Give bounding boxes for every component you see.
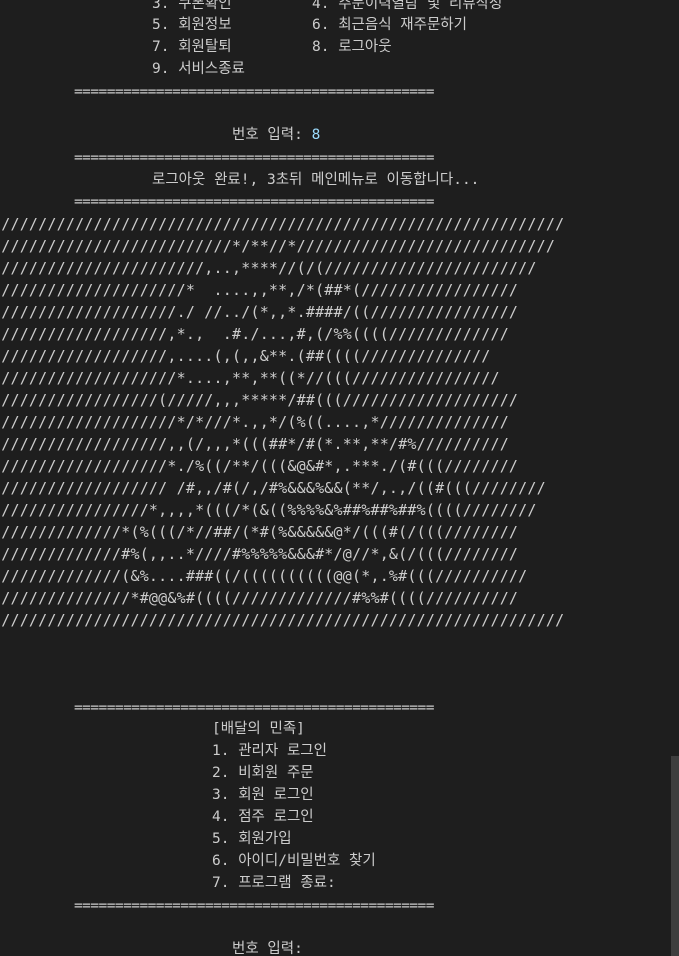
menu-item-member-info: 5. 회원정보 [152,17,232,33]
prompt-value: 8 [311,127,321,143]
prompt-label: 번호 입력: [232,127,312,143]
ascii-art-row: ///////////////////,*., .#./...,#,(/%%((… [0,325,509,343]
ascii-art-row: //////////////////(/////,,,*****/##(((//… [0,391,519,409]
scrollbar-thumb[interactable] [671,756,679,956]
main-menu-item-owner-login: 4. 점주 로그인 [212,809,314,825]
number-prompt: 번호 입력: 8 [232,124,320,146]
ascii-art-row: ////////////////////./ //../(*,,*.####/(… [0,303,519,321]
menu-item-reorder: 6. 최근음식 재주문하기 [312,17,467,33]
ascii-art-row: ////////////////////////////////////////… [0,611,565,629]
main-menu-item-admin-login: 1. 관리자 로그인 [212,743,327,759]
separator: ========================================… [74,700,434,716]
ascii-art-row: ///////////////////////,..,****//(/(////… [0,259,537,277]
ascii-art-row: ///////////////////*./%((/**/(((&@&#*,.*… [0,457,519,475]
ascii-art-row: ///////////////////,....(,(,,&**.(##((((… [0,347,491,365]
separator: ========================================… [74,898,434,914]
main-menu-item-member-login: 3. 회원 로그인 [212,787,314,803]
main-menu-item-guest-order: 2. 비회원 주문 [212,765,314,781]
ascii-art-row: ///////////////*#@@&%#((((/////////////#… [0,589,519,607]
ascii-art-row: //////////////(&%....###((/((((((((((@@(… [0,567,528,585]
ascii-art-row: ///////////////////,,(/,,,*(((##*/#(*.**… [0,435,509,453]
main-menu-item-signup: 5. 회원가입 [212,831,292,847]
logout-message: 로그아웃 완료!, 3초뒤 메인메뉴로 이동합니다... [152,172,480,188]
ascii-art-row: //////////////////////////*/**//*///////… [0,237,556,255]
menu-item-withdraw: 7. 회원탈퇴 [152,39,232,55]
menu-item-coupon: 3. 쿠폰확인 [152,0,232,12]
terminal-output: 3. 쿠폰확인 4. 주문이력열람 및 리뷰작성 5. 회원정보 6. 최근음식… [0,0,671,956]
ascii-art-row: //////////////#%(,,..*////#%%%%%&&&#*/@/… [0,545,519,563]
ascii-art-row: /////////////////*,,,,*(((/*(&((%%%%&%##… [0,501,537,519]
ascii-art-row: /////////////////// /#,,/#(/,/#%&&&%&&(*… [0,479,546,497]
menu-item-order-history: 4. 주문이력열람 및 리뷰작성 [312,0,503,12]
ascii-art-row: ////////////////////////////////////////… [0,215,565,233]
ascii-art-row: //////////////*(%(((/*//##/(*#(%&&&&&@*/… [0,523,519,541]
separator: ========================================… [74,84,434,100]
main-menu-item-find-account: 6. 아이디/비밀번호 찾기 [212,853,376,869]
ascii-art-row: ////////////////////*/*///*.,,*/(%((....… [0,413,509,431]
ascii-art-row: /////////////////////* ....,,**,/*(##*(/… [0,281,519,299]
number-input-prompt[interactable]: 번호 입력: [232,938,312,956]
main-menu-title: [배달의 민족] [212,721,305,737]
menu-item-exit-service: 9. 서비스종료 [152,61,245,77]
ascii-art-row: ////////////////////*....,**,**((*//(((/… [0,369,500,387]
separator: ========================================… [74,150,434,166]
main-menu-item-exit-program: 7. 프로그램 종료: [212,875,336,891]
vertical-scrollbar[interactable] [671,0,679,956]
separator: ========================================… [74,194,434,210]
menu-item-logout: 8. 로그아웃 [312,39,392,55]
